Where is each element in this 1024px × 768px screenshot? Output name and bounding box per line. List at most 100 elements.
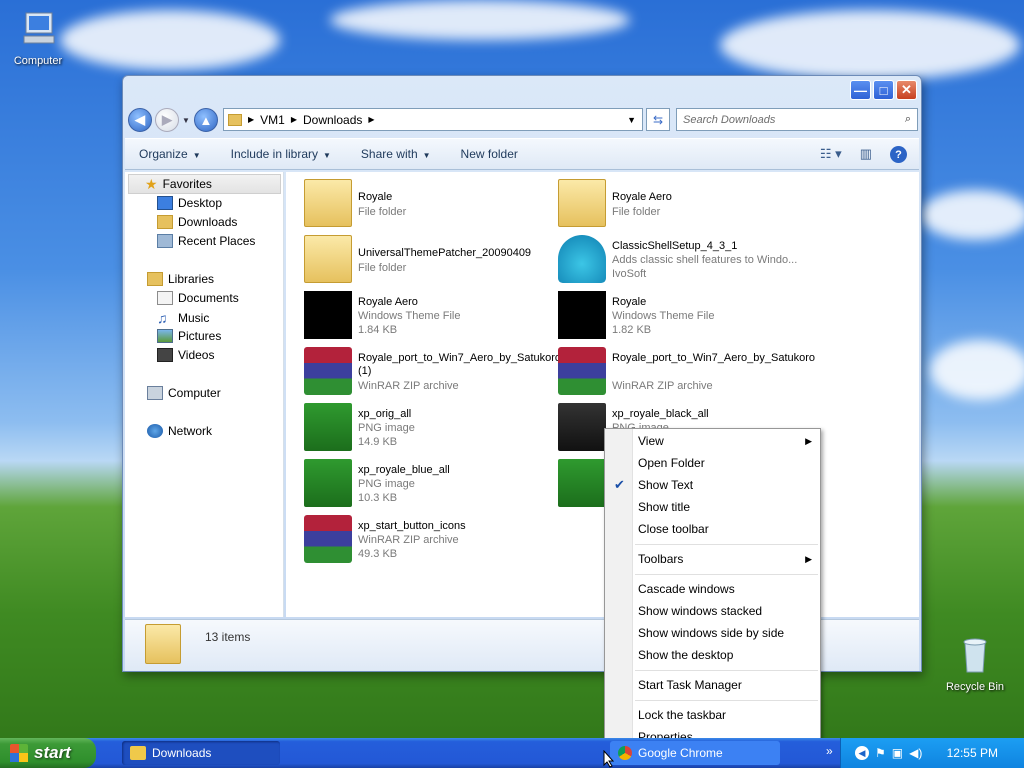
folder-icon <box>145 624 181 664</box>
folder-icon <box>304 235 352 283</box>
search-icon[interactable]: ⌕ <box>905 113 911 126</box>
winrar-archive-icon <box>304 347 352 395</box>
desktop-icon-recycle-bin[interactable]: Recycle Bin <box>937 636 1013 693</box>
menu-item-show-text[interactable]: Show Text <box>638 475 818 495</box>
menu-item-lock-the-taskbar[interactable]: Lock the taskbar <box>638 705 818 725</box>
file-item[interactable]: xp_orig_all PNG image 14.9 KB <box>304 401 554 453</box>
menu-item-toolbars[interactable]: Toolbars ▶ <box>638 549 818 569</box>
file-item[interactable]: Royale File folder <box>304 177 554 229</box>
file-type: File folder <box>358 206 407 218</box>
file-item[interactable]: Royale_port_to_Win7_Aero_by_Satukoro Win… <box>558 345 815 397</box>
address-bar[interactable]: ▶ VM1 ▶ Downloads ▶ ▼ <box>223 108 643 131</box>
videos-icon <box>157 348 173 362</box>
breadcrumb-separator-icon: ▶ <box>368 115 375 124</box>
desktop-icon <box>157 196 173 210</box>
file-item[interactable]: Royale Aero Windows Theme File 1.84 KB <box>304 289 554 341</box>
file-name: xp_orig_all <box>358 408 412 420</box>
cloud <box>720 10 1020 80</box>
taskbar-overflow-icon[interactable]: » <box>826 744 833 758</box>
recent-pages-chevron-icon[interactable]: ▼ <box>182 116 190 125</box>
menu-item-show-title[interactable]: Show title <box>638 497 818 517</box>
nav-documents[interactable]: Documents <box>157 291 239 305</box>
classic-shell-icon <box>558 235 606 283</box>
menu-item-start-task-manager[interactable]: Start Task Manager <box>638 675 818 695</box>
menu-item-cascade-windows[interactable]: Cascade windows <box>638 579 818 599</box>
nav-recent-places[interactable]: Recent Places <box>157 234 255 248</box>
nav-music[interactable]: ♫ Music <box>157 310 209 326</box>
organize-menu[interactable]: Organize ▼ <box>139 147 201 161</box>
preview-pane-icon[interactable]: ▥ <box>860 146 872 163</box>
menu-item-view[interactable]: View ▶ <box>638 431 818 451</box>
computer-icon <box>147 386 163 400</box>
theme-file-icon <box>558 291 606 339</box>
file-item[interactable]: ClassicShellSetup_4_3_1 Adds classic she… <box>558 233 808 285</box>
breadcrumb-downloads[interactable]: Downloads <box>303 113 362 127</box>
downloads-icon <box>157 215 173 229</box>
new-folder-button[interactable]: New folder <box>461 147 518 161</box>
share-with-menu[interactable]: Share with ▼ <box>361 147 431 161</box>
address-dropdown-icon[interactable]: ▼ <box>627 115 636 125</box>
file-name: Royale Aero <box>358 296 418 308</box>
computer-icon <box>23 12 55 44</box>
winrar-archive-icon <box>558 347 606 395</box>
maximize-button[interactable]: □ <box>873 80 894 100</box>
file-type: PNG image <box>358 422 415 434</box>
include-in-library-menu[interactable]: Include in library ▼ <box>231 147 331 161</box>
file-name: xp_royale_blue_all <box>358 464 450 476</box>
search-input[interactable]: Search Downloads ⌕ <box>676 108 918 131</box>
desktop-icon-label: Computer <box>13 55 63 67</box>
clock[interactable]: 12:55 PM <box>947 746 998 760</box>
png-image-icon <box>558 459 606 507</box>
action-center-icon[interactable]: ⚑ <box>875 746 886 760</box>
nav-downloads[interactable]: Downloads <box>157 215 237 229</box>
file-name: xp_start_button_icons <box>358 520 466 532</box>
menu-item-close-toolbar[interactable]: Close toolbar <box>638 519 818 539</box>
pictures-icon <box>157 329 173 343</box>
nav-desktop[interactable]: Desktop <box>157 196 222 210</box>
file-item[interactable]: xp_start_button_icons WinRAR ZIP archive… <box>304 513 554 565</box>
cloud <box>330 0 630 40</box>
show-hidden-icons-icon[interactable]: ◀ <box>855 746 869 760</box>
back-button[interactable]: ◀ <box>128 108 152 132</box>
file-item[interactable]: Royale_port_to_Win7_Aero_by_Satukoro (1)… <box>304 345 561 397</box>
start-button[interactable]: start <box>0 738 96 768</box>
taskbar-context-menu: View ▶ Open Folder ✔ Show Text Show title… <box>604 428 821 751</box>
file-item[interactable]: UniversalThemePatcher_20090409 File fold… <box>304 233 554 285</box>
recycle-bin-icon <box>963 638 987 673</box>
help-icon[interactable]: ? <box>890 146 907 163</box>
breadcrumb-vm1[interactable]: VM1 <box>260 113 285 127</box>
nav-videos[interactable]: Videos <box>157 348 214 362</box>
nav-pictures[interactable]: Pictures <box>157 329 221 343</box>
nav-libraries[interactable]: Libraries <box>147 272 214 286</box>
menu-item-show-windows-stacked[interactable]: Show windows stacked <box>638 601 818 621</box>
refresh-button[interactable]: ⇆ <box>646 108 670 131</box>
desktop-icon-computer[interactable]: Computer <box>0 10 76 67</box>
forward-button[interactable]: ▶ <box>155 108 179 132</box>
menu-item-show-the-desktop[interactable]: Show the desktop <box>638 645 818 665</box>
file-item[interactable]: xp_royale_blue_all PNG image 10.3 KB <box>304 457 554 509</box>
navigation-pane: ★ Favorites Desktop Downloads Recent Pla… <box>125 172 284 617</box>
menu-item-show-windows-side-by-side[interactable]: Show windows side by side <box>638 623 818 643</box>
png-image-icon <box>558 403 606 451</box>
taskbar-button-google-chrome[interactable]: Google Chrome <box>610 741 780 765</box>
change-view-icon[interactable]: ☷ ▾ <box>820 146 842 163</box>
nav-computer[interactable]: Computer <box>147 386 221 400</box>
file-type: PNG image <box>358 478 415 490</box>
menu-item-open-folder[interactable]: Open Folder <box>638 453 818 473</box>
nav-network[interactable]: Network <box>147 424 212 438</box>
cloud <box>930 340 1024 400</box>
network-icon[interactable]: ▣ <box>892 746 903 760</box>
taskbar-button-downloads[interactable]: Downloads <box>122 741 280 765</box>
search-placeholder: Search Downloads <box>683 113 776 126</box>
file-item[interactable]: Royale Windows Theme File 1.82 KB <box>558 289 808 341</box>
close-button[interactable]: ✕ <box>896 80 917 100</box>
up-button[interactable]: ▲ <box>193 108 218 132</box>
winrar-archive-icon <box>304 515 352 563</box>
volume-icon[interactable]: ◀) <box>909 746 922 760</box>
taskbar: start Downloads Google Chrome » ◀ ⚑ ▣ ◀)… <box>0 738 1024 768</box>
system-tray: ◀ ⚑ ▣ ◀) 12:55 PM <box>840 738 1024 768</box>
file-item[interactable]: Royale Aero File folder <box>558 177 808 229</box>
folder-icon <box>558 179 606 227</box>
nav-favorites[interactable]: ★ Favorites <box>128 174 281 194</box>
minimize-button[interactable]: — <box>850 80 871 100</box>
